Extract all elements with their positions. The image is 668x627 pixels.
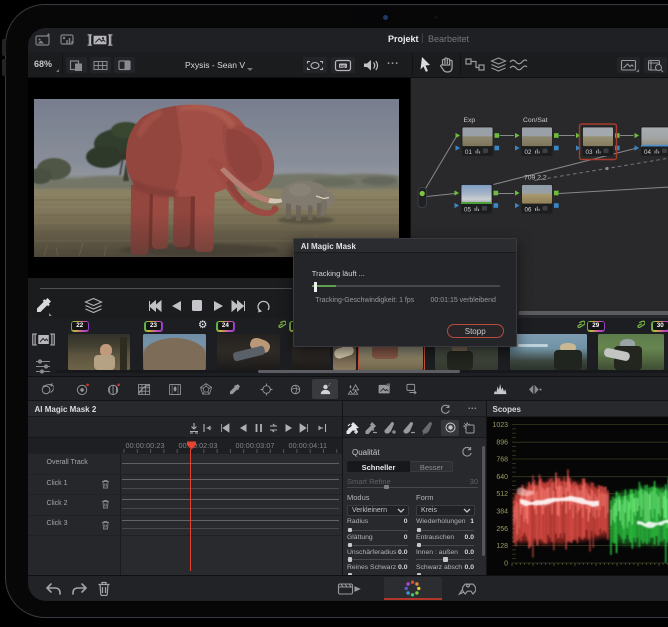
svg-text:03: 03 xyxy=(585,148,592,155)
svg-text:02: 02 xyxy=(524,148,531,155)
svg-text:384: 384 xyxy=(496,509,508,516)
svg-text:640: 640 xyxy=(496,474,508,481)
svg-text:0: 0 xyxy=(504,561,508,568)
svg-text:HQ: HQ xyxy=(340,64,346,68)
svg-text:Exp: Exp xyxy=(463,117,475,124)
svg-text:01: 01 xyxy=(465,148,472,155)
svg-text:1023: 1023 xyxy=(492,422,508,429)
svg-text:06: 06 xyxy=(524,206,531,213)
svg-text:05: 05 xyxy=(464,206,471,213)
svg-text:768: 768 xyxy=(496,457,508,464)
svg-text:256: 256 xyxy=(496,526,508,533)
svg-text:128: 128 xyxy=(496,543,508,550)
svg-text:709 2.2: 709 2.2 xyxy=(524,174,547,181)
svg-text:04: 04 xyxy=(644,148,651,155)
svg-text:Con/Sat: Con/Sat xyxy=(523,117,548,124)
svg-text:896: 896 xyxy=(496,440,508,447)
svg-text:512: 512 xyxy=(496,491,508,498)
